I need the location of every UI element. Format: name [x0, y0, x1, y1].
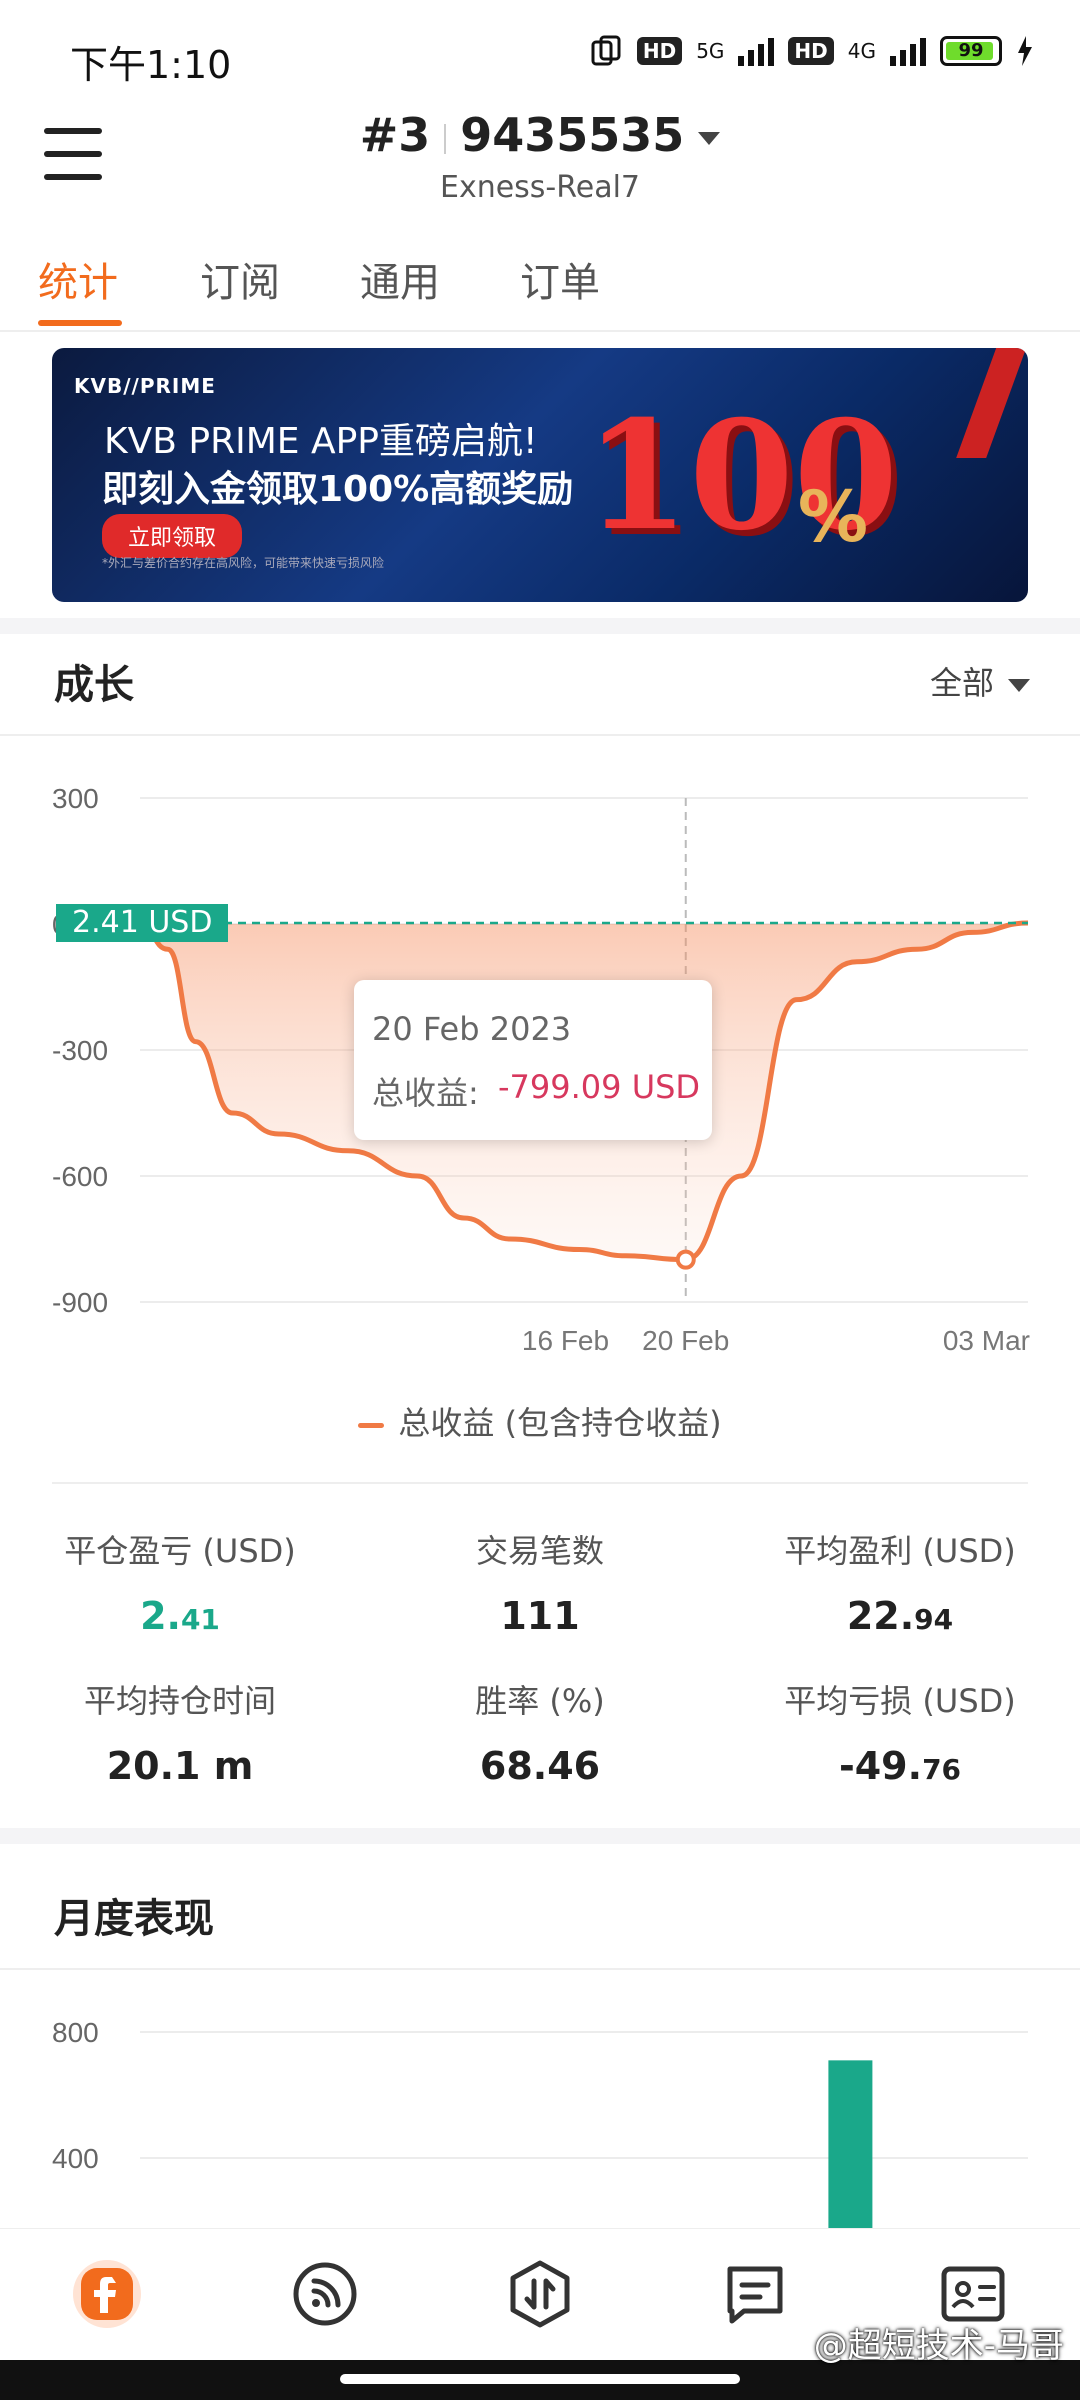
tab-orders[interactable]: 订单	[520, 250, 600, 308]
range-select[interactable]: 全部	[930, 658, 1030, 704]
y-tick-label: -300	[52, 1035, 108, 1066]
nav-messages[interactable]	[720, 2259, 790, 2329]
nav-feed[interactable]	[290, 2259, 360, 2329]
stat-value: 111	[500, 1594, 580, 1638]
x-tick-label: 03 Mar	[943, 1325, 1030, 1356]
banner-brand: KVB//PRIME	[74, 374, 216, 398]
stat-label: 平仓盈亏 (USD)	[64, 1532, 296, 1570]
network-type-2: 4G	[847, 39, 876, 63]
tab-general[interactable]: 通用	[360, 250, 440, 308]
growth-title: 成长	[54, 662, 134, 708]
network-type: 5G	[696, 39, 725, 63]
banner-cta-button[interactable]: 立即领取	[102, 514, 243, 558]
charging-icon	[1018, 36, 1032, 66]
y-tick-label: -600	[52, 1161, 108, 1192]
bar	[828, 2060, 873, 2230]
stat-item: 平均亏损 (USD) -49.76	[720, 1676, 1080, 1788]
stat-value: 20.1 m	[106, 1744, 254, 1788]
tooltip-date: 20 Feb 2023	[372, 1010, 572, 1048]
stat-label: 平均盈利 (USD)	[784, 1532, 1016, 1570]
stat-label: 平均亏损 (USD)	[784, 1682, 1016, 1720]
monthly-title: 月度表现	[54, 1896, 214, 1942]
dropdown-caret-icon	[698, 132, 721, 145]
nav-home[interactable]	[72, 2259, 142, 2329]
stat-item: 平仓盈亏 (USD) 2.41	[0, 1526, 360, 1638]
feed-icon	[293, 2262, 357, 2326]
battery-icon: 99	[940, 36, 1002, 66]
stat-item: 平均持仓时间 20.1 m	[0, 1676, 360, 1788]
x-tick-label: 16 Feb	[522, 1325, 609, 1356]
legend-label: 总收益 (包含持仓收益)	[398, 1404, 722, 1442]
range-caret-icon	[1008, 678, 1030, 692]
stat-item: 交易笔数 111	[360, 1526, 720, 1638]
stat-label: 交易笔数	[475, 1532, 604, 1570]
account-number: 9435535	[460, 108, 685, 162]
tab-statistics[interactable]: 统计	[38, 250, 118, 308]
banner-subline: 即刻入金领取100%高额奖励	[102, 469, 574, 510]
y-tick-label: -900	[52, 1287, 108, 1318]
banner-percent: %	[797, 476, 868, 558]
screen-mirror-icon	[591, 35, 621, 66]
signal-icon-2	[890, 36, 926, 66]
banner-headline: KVB PRIME APP重磅启航!	[104, 421, 538, 462]
stat-value: -49.76	[838, 1744, 962, 1788]
home-icon	[73, 2260, 141, 2328]
home-indicator[interactable]	[340, 2374, 740, 2384]
hd-badge: HD	[636, 37, 683, 65]
stat-item: 平均盈利 (USD) 22.94	[720, 1526, 1080, 1638]
watermark: @超短技术-马哥	[813, 2326, 1064, 2366]
hd-badge-2: HD	[788, 37, 834, 65]
current-value-badge: 2.41 USD	[56, 904, 229, 942]
y-tick-label: 800	[52, 2017, 99, 2048]
account-selector[interactable]: #3 9435535	[0, 108, 1080, 162]
highlight-point	[675, 1249, 696, 1270]
tab-bar: 统计 订阅 通用 订单	[0, 240, 1080, 332]
active-tab-indicator	[38, 320, 122, 326]
promo-banner[interactable]: KVB//PRIME KVB PRIME APP重磅启航! 即刻入金领取100%…	[52, 348, 1028, 602]
tooltip-value: -799.09 USD	[498, 1068, 701, 1106]
signal-icon	[738, 36, 775, 66]
stat-label: 平均持仓时间	[83, 1682, 276, 1720]
y-tick-label: 300	[52, 783, 99, 814]
x-tick-label: 20 Feb	[642, 1325, 729, 1356]
account-server: Exness-Real7	[439, 170, 641, 205]
chart-tooltip: 20 Feb 2023 总收益: -799.09 USD	[354, 980, 712, 1140]
chart-legend[interactable]: 总收益 (包含持仓收益)	[0, 1398, 1080, 1444]
stat-label: 胜率 (%)	[475, 1682, 605, 1720]
stat-item: 胜率 (%) 68.46	[360, 1676, 720, 1788]
range-value: 全部	[929, 664, 994, 702]
y-tick-label: 400	[52, 2143, 99, 2174]
nav-trade[interactable]	[505, 2259, 575, 2329]
stat-value: 2.41	[140, 1594, 220, 1638]
banner-fine-print: *外汇与差价合约存在高风险，可能带来快速亏损风险	[102, 556, 385, 570]
status-time: 下午1:10	[70, 43, 232, 87]
trade-icon	[510, 2260, 570, 2328]
message-icon	[727, 2266, 783, 2324]
status-bar: 下午1:10 HD 5G HD 4G 99	[0, 0, 1080, 100]
stat-value: 22.94	[846, 1594, 954, 1638]
stat-value: 68.46	[479, 1744, 601, 1788]
account-index: #3	[359, 108, 431, 162]
status-icons: HD 5G HD 4G 99	[589, 34, 1034, 68]
tab-subscribe[interactable]: 订阅	[200, 250, 280, 308]
monthly-chart[interactable]: 800 400	[0, 1972, 1080, 2230]
legend-swatch	[358, 1422, 385, 1428]
tooltip-label: 总收益:	[372, 1074, 479, 1112]
